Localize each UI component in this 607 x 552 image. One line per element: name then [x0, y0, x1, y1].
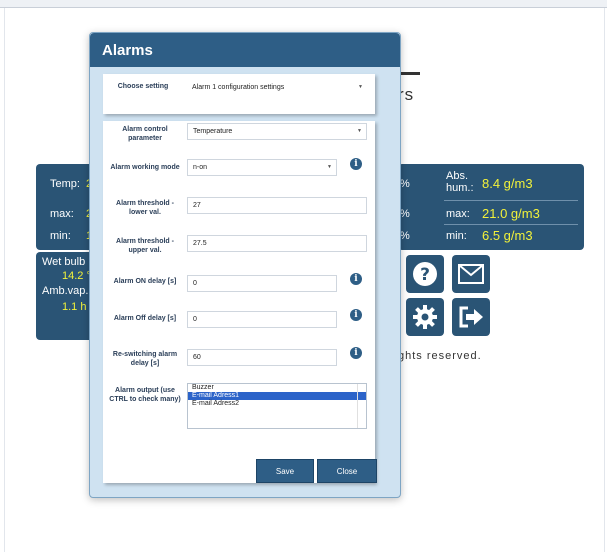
settings-button[interactable]	[406, 298, 444, 336]
off-delay-label: Alarm Off delay [s]	[113, 315, 177, 322]
control-param-select[interactable]: Temperature	[187, 123, 367, 140]
output-option[interactable]: Buzzer	[188, 384, 366, 392]
wet-bulb-label: Wet bulb	[42, 256, 86, 268]
output-option-selected[interactable]: E-mail Adress1	[188, 392, 366, 400]
sign-out-icon	[459, 306, 483, 328]
gear-icon	[413, 305, 437, 329]
abs-hum-value: 8.4 g/m3	[482, 176, 533, 191]
choose-setting-label: Choose setting	[117, 83, 169, 90]
working-mode-value: n-on	[193, 164, 208, 171]
threshold-upper-label: Alarm threshold - upper val.	[116, 238, 174, 254]
on-delay-value: 0	[193, 280, 197, 287]
abs-hum-label: Abs. hum.:	[446, 170, 474, 194]
max-label: max:	[50, 208, 74, 220]
mail-button[interactable]	[452, 255, 490, 293]
sensor-panel-right: % % % Abs. hum.: 8.4 g/m3 max: 21.0 g/m3…	[398, 164, 584, 250]
abs-min-value: 6.5 g/m3	[482, 228, 533, 243]
threshold-lower-input[interactable]: 27	[187, 197, 367, 214]
threshold-upper-value: 27.5	[193, 240, 207, 247]
output-listbox[interactable]: Buzzer E-mail Adress1 E-mail Adress2	[187, 383, 367, 429]
output-option[interactable]: E-mail Adress2	[188, 400, 366, 408]
off-delay-input[interactable]: 0	[187, 311, 337, 328]
divider	[444, 200, 578, 201]
pct-1: %	[400, 178, 410, 190]
envelope-icon	[458, 264, 484, 284]
choose-setting-select[interactable]: Alarm 1 configuration settings	[187, 80, 367, 97]
threshold-upper-input[interactable]: 27.5	[187, 235, 367, 252]
amb-vap-label: Amb.vap.	[42, 285, 89, 297]
min-label: min:	[50, 230, 71, 242]
browser-top-strip	[0, 0, 607, 8]
choose-setting-value: Alarm 1 configuration settings	[192, 84, 285, 91]
choose-setting-card: Choose setting Alarm 1 configuration set…	[103, 74, 375, 114]
threshold-lower-value: 27	[193, 202, 201, 209]
amb-vap-value: 1.1 h	[62, 301, 87, 313]
info-icon[interactable]: i	[350, 158, 362, 170]
temp-label: Temp:	[50, 178, 80, 190]
pct-2: %	[400, 208, 410, 220]
on-delay-label: Alarm ON delay [s]	[113, 278, 177, 285]
on-delay-input[interactable]: 0	[187, 275, 337, 292]
close-button[interactable]: Close	[317, 459, 377, 483]
info-icon[interactable]: i	[350, 347, 362, 359]
control-param-label: Alarm control parameter	[122, 126, 168, 142]
dialog-title: Alarms	[102, 42, 153, 59]
info-icon[interactable]: i	[350, 273, 362, 285]
save-button[interactable]: Save	[256, 459, 314, 483]
alarm-config-card: Alarm control parameter Temperature Alar…	[103, 121, 375, 483]
question-icon: ?	[413, 262, 437, 286]
pct-3: %	[400, 230, 410, 242]
help-button[interactable]: ?	[406, 255, 444, 293]
copyright-fragment: ghts reserved.	[398, 350, 482, 362]
logout-button[interactable]	[452, 298, 490, 336]
abs-max-value: 21.0 g/m3	[482, 206, 540, 221]
abs-max-label: max:	[446, 208, 470, 220]
output-label: Alarm output (use CTRL to check many)	[109, 387, 181, 403]
abs-min-label: min:	[446, 230, 467, 242]
svg-text:?: ?	[420, 265, 430, 285]
reswitch-label: Re-switching alarm delay [s]	[112, 351, 178, 367]
listbox-scrollbar[interactable]	[357, 384, 366, 428]
working-mode-select[interactable]: n-on	[187, 159, 337, 176]
threshold-lower-label: Alarm threshold - lower val.	[116, 200, 174, 216]
reswitch-value: 60	[193, 354, 201, 361]
off-delay-value: 0	[193, 316, 197, 323]
wet-bulb-value: 14.2 °	[62, 270, 91, 282]
working-mode-label: Alarm working mode	[110, 164, 180, 171]
alarms-dialog: Alarms Choose setting Alarm 1 configurat…	[89, 32, 401, 498]
info-icon[interactable]: i	[350, 309, 362, 321]
reswitch-input[interactable]: 60	[187, 349, 337, 366]
divider	[444, 224, 578, 225]
control-param-value: Temperature	[193, 128, 233, 135]
dialog-header[interactable]: Alarms	[90, 33, 400, 67]
